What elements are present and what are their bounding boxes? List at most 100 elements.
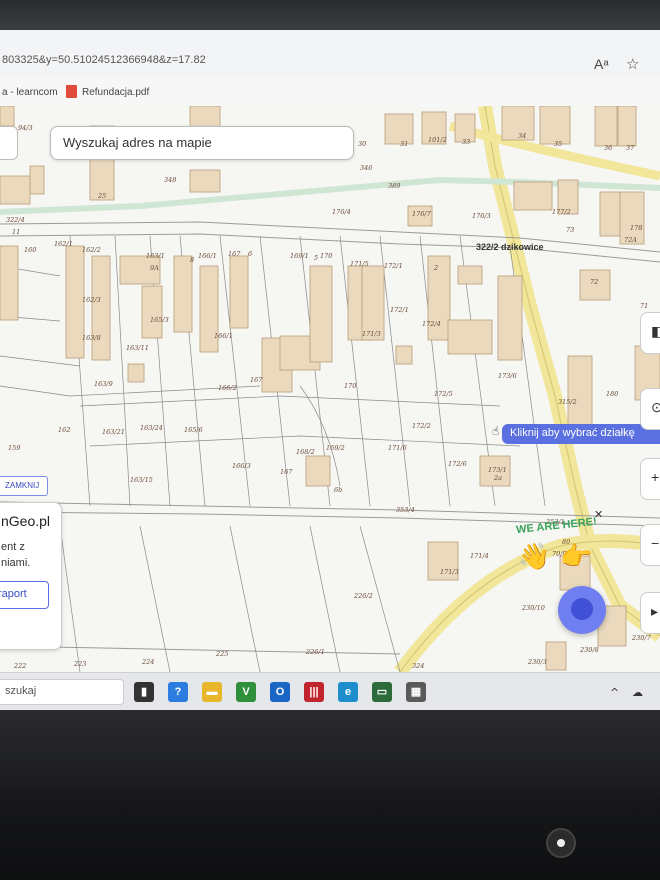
zoom-in-button[interactable]: + (640, 458, 660, 500)
address-search-box[interactable]: Wyszukaj adres na mapie (50, 126, 354, 160)
favorite-star-icon[interactable]: ☆ (626, 55, 639, 73)
parcel-label: 72A (624, 236, 637, 244)
windows-taskbar: szukaj ▮? ▬ V O ||| e ▭ ▦ ^ ☁ (0, 672, 660, 710)
parcel-label: 163/11 (126, 344, 149, 352)
parcel-label: 353/4 (396, 506, 415, 514)
terminal-app-icon[interactable]: ▭ (372, 682, 392, 702)
parcel-label: 162 (58, 426, 71, 434)
parcel-label: 223 (74, 660, 87, 668)
parcel-label: 226/2 (354, 592, 373, 600)
parcel-label: 171/5 (350, 260, 369, 268)
parcel-label: 171/3 (440, 568, 459, 576)
parcel-label: 163/1 (146, 252, 165, 260)
info-panel: nGeo.pl ent z niami. raport (0, 502, 62, 650)
pointing-hand-icon: 👉 (560, 542, 593, 572)
parcel-label: 163/21 (102, 428, 125, 436)
taskbar-search[interactable]: szukaj (0, 679, 124, 705)
search-placeholder: Wyszukaj adres na mapie (63, 135, 212, 150)
pdf-icon (66, 85, 77, 98)
parcel-label: 230/10 (522, 604, 545, 612)
panel-text-line2: niami. (1, 557, 31, 569)
vlc-app-icon[interactable]: V (236, 682, 256, 702)
parcel-label: 5 (314, 254, 319, 262)
webcam (546, 828, 576, 858)
select-parcel-tooltip: Kliknij aby wybrać działkę (502, 424, 660, 444)
report-button[interactable]: raport (0, 581, 49, 609)
parcel-label: 163/15 (130, 476, 153, 484)
parcel-label: 30 (358, 140, 367, 148)
bookmark-refundacja[interactable]: Refundacja.pdf (82, 87, 149, 98)
parcel-label: 172/1 (390, 306, 409, 314)
parcel-label: 224 (142, 658, 155, 666)
street-label: 322/2 dzikowice (476, 242, 544, 252)
panel-text-line1: ent z (1, 541, 25, 553)
onedrive-icon[interactable]: ☁ (632, 686, 643, 699)
chat-fab-button[interactable] (558, 586, 606, 634)
zoom-out-button[interactable]: − (640, 524, 660, 566)
parcel-label: 9A (150, 264, 159, 272)
map-canvas[interactable] (0, 106, 660, 672)
laptop-bezel-top (0, 0, 660, 30)
parcel-label: 11 (12, 228, 21, 236)
left-collapsed-panel[interactable] (0, 126, 18, 160)
close-promo-icon[interactable]: ✕ (594, 508, 603, 521)
parcel-label: 101/2 (428, 136, 447, 144)
barcode-app-icon[interactable]: ||| (304, 682, 324, 702)
outlook-icon[interactable]: O (270, 682, 290, 702)
parcel-label: 177/2 (552, 208, 571, 216)
parcel-label: 167 (280, 468, 293, 476)
layers-button[interactable]: ◧ (640, 312, 660, 354)
parcel-label: 315/2 (558, 398, 577, 406)
parcel-label: 8 (190, 256, 195, 264)
parcel-label: 170 (320, 252, 333, 260)
parcel-label: 165/3 (150, 316, 169, 324)
parcel-label: 172/4 (422, 320, 441, 328)
parcel-label: 230/3 (528, 658, 547, 666)
panel-title: nGeo.pl (1, 513, 51, 529)
help-icon[interactable]: ? (168, 682, 188, 702)
browser-address-bar[interactable]: 803325&y=50.51024512366948&z=17.82 Aᵃ ☆ (0, 30, 660, 79)
screen: 803325&y=50.51024512366948&z=17.82 Aᵃ ☆ … (0, 30, 660, 710)
parcel-label: 180 (606, 390, 619, 398)
cadastral-map[interactable]: 94/3 322/4 11 160 162/1 162/2 163/1 9A 8 166/1 167… (0, 106, 660, 672)
file-explorer-icon[interactable]: ▬ (202, 682, 222, 702)
parcel-label: 166/2 (218, 384, 237, 392)
parcel-label: 171/6 (388, 444, 407, 452)
parcel-label: 225 (216, 650, 229, 658)
parcel-label: 171/4 (470, 552, 489, 560)
expand-arrow-button[interactable]: ▸ (640, 592, 660, 634)
waving-hand-icon: 👋 (518, 542, 551, 572)
parcel-label: 159 (8, 444, 21, 452)
hand-cursor-icon: ☝ (492, 424, 500, 438)
parcel-label: 172/5 (434, 390, 453, 398)
parcel-label: 2a (494, 474, 503, 482)
tray-chevron-icon[interactable]: ^ (610, 686, 619, 699)
bookmark-learncom[interactable]: a - learncom (2, 87, 58, 98)
task-view-icon[interactable]: ▮ (134, 682, 154, 702)
parcel-label: 2 (434, 264, 439, 272)
parcel-label: 322/4 (6, 216, 25, 224)
reader-mode-icon[interactable]: Aᵃ (594, 56, 609, 72)
url-text[interactable]: 803325&y=50.51024512366948&z=17.82 (2, 54, 206, 66)
parcel-label: 176/4 (332, 208, 351, 216)
edge-icon[interactable]: e (338, 682, 358, 702)
parcel-label: 176/7 (412, 210, 431, 218)
parcel-label: 94/3 (18, 124, 33, 132)
parcel-label: 25 (98, 192, 107, 200)
parcel-label: 172/6 (448, 460, 467, 468)
parcel-label: 166/1 (198, 252, 217, 260)
calculator-icon[interactable]: ▦ (406, 682, 426, 702)
parcel-label: 389 (388, 182, 401, 190)
parcel-label: 172/1 (384, 262, 403, 270)
parcel-label: 230/7 (632, 634, 651, 642)
parcel-label: 222 (14, 662, 27, 670)
parcel-label: 73 (566, 226, 575, 234)
parcel-label: 162/1 (54, 240, 73, 248)
locate-button[interactable]: ⊙ (640, 388, 660, 430)
chat-icon (571, 598, 593, 620)
parcel-label: 71 (640, 302, 649, 310)
close-panel-button[interactable]: ZAMKNIJ (0, 476, 48, 496)
parcel-label: 160 (24, 246, 37, 254)
parcel-label: 230/8 (580, 646, 599, 654)
parcel-label: 168/2 (296, 448, 315, 456)
